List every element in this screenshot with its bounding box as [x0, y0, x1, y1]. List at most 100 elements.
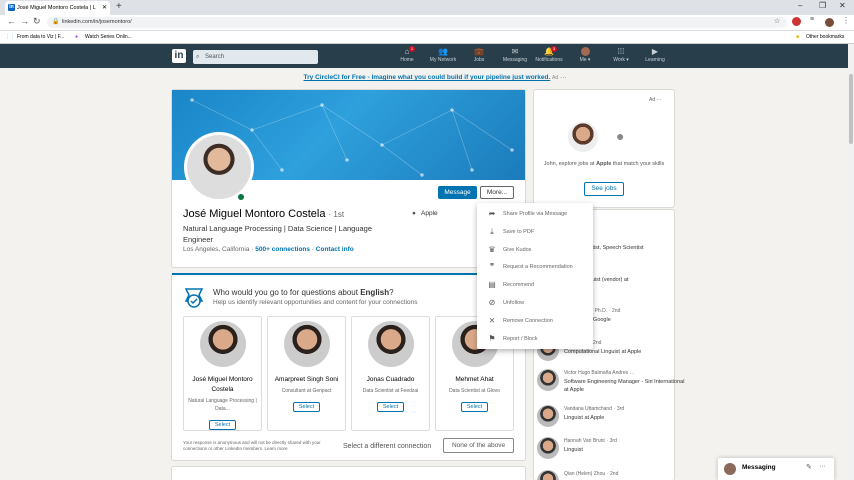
- current-company[interactable]: ● Apple: [412, 210, 438, 217]
- avatar: [283, 321, 330, 367]
- browser-tab-bar: [0, 0, 854, 15]
- apps-icon[interactable]: ⋮⋮: [5, 31, 15, 44]
- other-bookmarks[interactable]: Other bookmarks: [806, 31, 844, 44]
- nav-item-3[interactable]: ✉ Messaging: [498, 47, 532, 63]
- none-of-the-above-button[interactable]: None of the above: [443, 438, 514, 453]
- promo-link[interactable]: Try CircleCI for Free - Imagine what you…: [304, 74, 551, 81]
- dropdown-item[interactable]: ⤓ Save to PDF: [484, 224, 590, 240]
- close-window-icon[interactable]: ✕: [839, 1, 846, 10]
- nav-item-0[interactable]: ⌂ 1 Home: [390, 46, 424, 63]
- ad-text: John, explore jobs at Apple that match y…: [540, 160, 668, 168]
- dropdown-item[interactable]: ⊘ Unfollow: [484, 295, 590, 311]
- person-name: Amarpreet Singh Soni: [274, 376, 339, 383]
- remove-connection-icon: ⨯: [488, 315, 496, 325]
- person-name: José Miguel Montoro Costela: [192, 376, 253, 393]
- dropdown-item[interactable]: ❞ Request a Recommendation: [484, 259, 590, 275]
- see-jobs-button[interactable]: See jobs: [584, 182, 624, 196]
- promo-banner: Try CircleCI for Free - Imagine what you…: [170, 74, 700, 81]
- person-job: Natural Language Processing | Data...: [188, 398, 257, 412]
- scrollbar[interactable]: [848, 44, 854, 480]
- extension-icon[interactable]: [792, 17, 801, 26]
- company-name: Apple: [421, 210, 438, 217]
- promo-more-icon[interactable]: ···: [560, 74, 567, 81]
- linkedin-logo[interactable]: in: [172, 49, 186, 63]
- browser-tab[interactable]: in José Miguel Montoro Costela | L ✕: [5, 1, 110, 15]
- url-input[interactable]: linkedin.com/in/josemontoro/: [47, 17, 787, 28]
- maximize-icon[interactable]: ❐: [819, 1, 826, 10]
- person-name: Hannah Van Brunt: [564, 438, 605, 444]
- avatar: [367, 321, 414, 367]
- star-icon[interactable]: ☆: [774, 17, 780, 25]
- avatar: [537, 369, 559, 391]
- nav-item-5[interactable]: Me ▾: [568, 47, 602, 63]
- notification-badge: 3: [551, 46, 557, 52]
- nav-label: Jobs: [473, 57, 485, 63]
- connections-link[interactable]: 500+ connections: [255, 246, 310, 253]
- dropdown-item[interactable]: ⨯ Remove Connection: [484, 313, 590, 329]
- linkedin-favicon-icon: in: [8, 4, 15, 11]
- dropdown-label: Save to PDF: [503, 228, 535, 235]
- dropdown-item[interactable]: ➦ Share Profile via Message: [484, 206, 590, 222]
- avatar: [724, 463, 736, 475]
- ad-company: Apple: [596, 161, 612, 167]
- forward-icon[interactable]: →: [20, 16, 29, 26]
- nav-item-6[interactable]: ⁞⁞⁞ Work ▾: [604, 47, 638, 63]
- search-icon: ⌕: [196, 54, 200, 60]
- dropdown-item[interactable]: ♛ Give Kudos: [484, 242, 590, 258]
- messaging-bar[interactable]: Messaging ✎ ···: [718, 458, 834, 480]
- question-prefix: Who would you go to for questions about: [213, 288, 361, 297]
- nav-label: Learning: [645, 57, 665, 63]
- select-different-connection[interactable]: Select a different connection: [343, 443, 431, 450]
- select-button[interactable]: Select: [292, 402, 321, 412]
- nav-item-2[interactable]: 💼 Jobs: [462, 47, 496, 63]
- menu-icon[interactable]: ⋮: [842, 16, 850, 25]
- tab-title: José Miguel Montoro Costela | L: [17, 5, 96, 11]
- more-button[interactable]: More...: [480, 186, 514, 199]
- new-tab-icon[interactable]: +: [116, 1, 122, 12]
- avatar: [199, 321, 246, 367]
- people-list-item[interactable]: Vandana Uttamchand · 3rd Linguist at Appl…: [537, 405, 687, 433]
- apple-logo-icon: ●: [616, 128, 625, 144]
- nav-label: Work ▾: [613, 57, 629, 63]
- anonymous-note: Your response is anonymous and will not …: [183, 440, 321, 451]
- bookmark-item[interactable]: From data to Viz | F...: [17, 31, 64, 44]
- profile-photo[interactable]: [184, 132, 254, 202]
- more-icon[interactable]: ···: [819, 463, 826, 470]
- connection-degree: · 3rd: [613, 406, 625, 412]
- profile-avatar[interactable]: [825, 18, 834, 27]
- nav-icon: 💼: [474, 47, 484, 56]
- card-accent-line: [172, 273, 525, 275]
- person-job: Consultant at Genpact: [281, 388, 332, 394]
- nav-item-7[interactable]: ▶ Learning: [638, 47, 672, 63]
- select-button[interactable]: Select: [208, 420, 237, 430]
- back-icon[interactable]: ←: [7, 16, 16, 26]
- close-tab-icon[interactable]: ✕: [102, 1, 107, 15]
- playlist-icon[interactable]: ≡: [810, 16, 814, 23]
- select-button[interactable]: Select: [460, 402, 489, 412]
- dropdown-item[interactable]: ▤ Recommend: [484, 277, 590, 293]
- person-name-row: Hannah Van Brunt · 3rd: [564, 437, 617, 444]
- lock-icon: 🔒: [52, 19, 60, 25]
- ad-images: ●: [568, 122, 638, 152]
- avatar: [537, 470, 559, 480]
- ad-more-icon[interactable]: ···: [657, 97, 662, 103]
- select-button[interactable]: Select: [376, 402, 405, 412]
- nav-item-1[interactable]: 👥 My Network: [426, 47, 460, 63]
- unfollow-icon: ⊘: [488, 298, 496, 307]
- bookmark-item[interactable]: Watch Series Onlin...: [85, 31, 132, 44]
- profile-location: Los Angeles, California: [183, 246, 250, 253]
- nav-item-4[interactable]: 🔔 3 Notifications: [532, 46, 566, 63]
- people-list-item[interactable]: Victor Hugo Balmaña Andres … Software En…: [537, 369, 687, 397]
- compose-icon[interactable]: ✎: [806, 463, 812, 471]
- minimize-icon[interactable]: –: [798, 1, 802, 10]
- bookmark-favicon-icon: ●: [75, 34, 79, 40]
- dropdown-label: Unfollow: [503, 300, 525, 306]
- people-list-item[interactable]: Hannah Van Brunt · 3rd Linguist: [537, 437, 687, 465]
- contact-info-link[interactable]: Contact info: [316, 246, 354, 253]
- people-list-item[interactable]: Qian (Helen) Zhou · 2nd: [537, 470, 687, 480]
- search-input[interactable]: ⌕ Search: [193, 50, 318, 64]
- reload-icon[interactable]: ↻: [33, 16, 41, 27]
- nav-icon: ⁞⁞⁞: [617, 47, 625, 56]
- message-button[interactable]: Message: [438, 186, 477, 199]
- dropdown-item[interactable]: ⚑ Report / Block: [484, 331, 590, 347]
